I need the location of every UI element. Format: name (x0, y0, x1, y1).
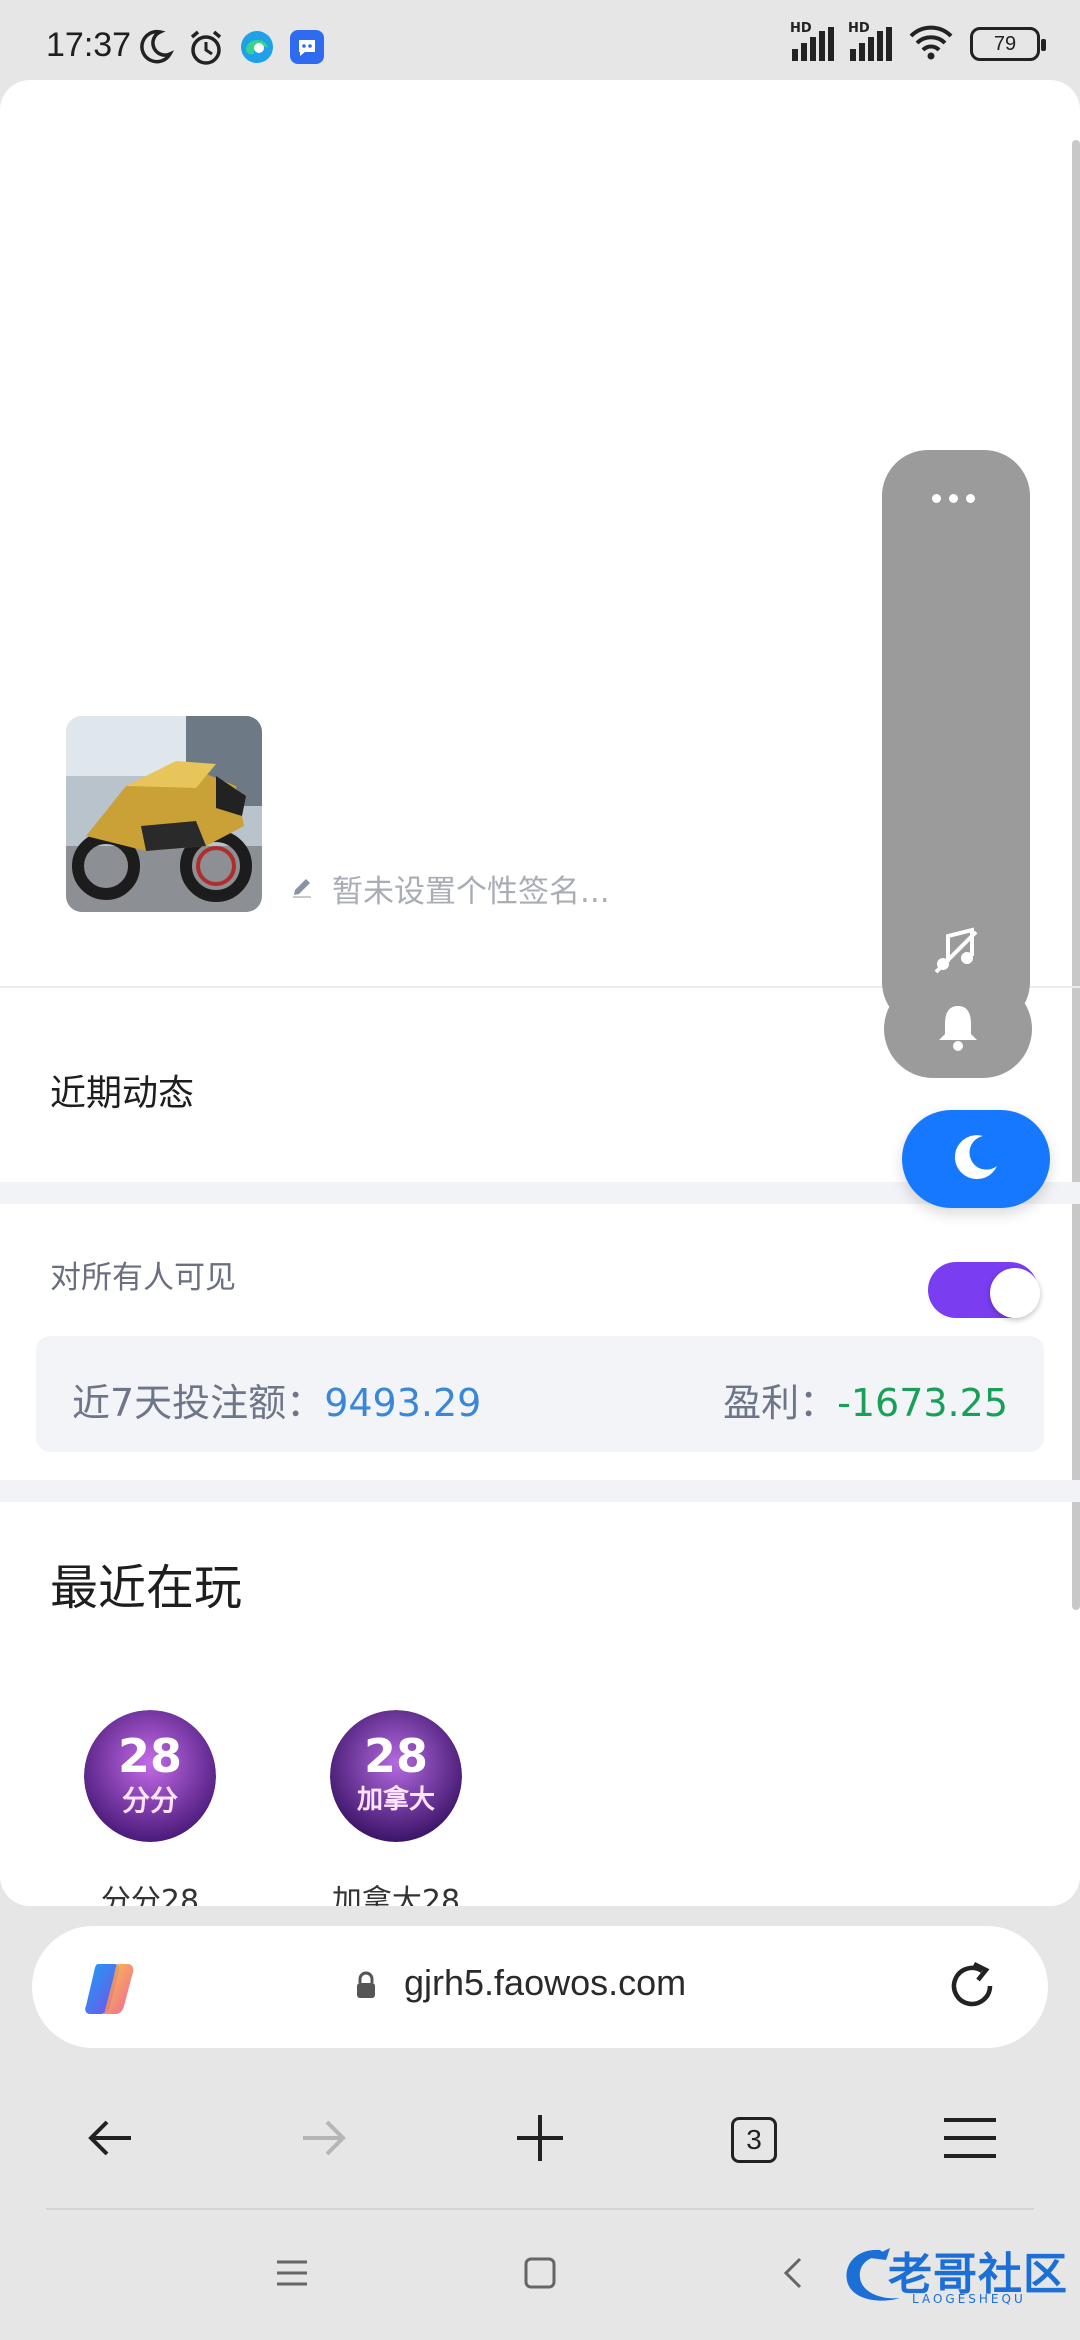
back-button[interactable] (70, 2100, 150, 2180)
menu-icon (942, 2116, 998, 2164)
system-back-button[interactable] (752, 2240, 832, 2310)
game-badge-top: 28 (364, 1729, 428, 1783)
battery-indicator: 79 (970, 27, 1046, 61)
bet-amount: 近7天投注额：9493.29 (72, 1372, 481, 1427)
new-tab-icon (515, 2113, 565, 2167)
theme-toggle-button[interactable] (902, 1110, 1050, 1208)
floating-panel[interactable] (882, 450, 1030, 1028)
tabs-button[interactable]: 3 (714, 2100, 794, 2180)
status-time: 17:37 (46, 26, 132, 64)
recents-button[interactable] (252, 2240, 332, 2310)
visibility-label: 对所有人可见 (50, 1260, 236, 1296)
game-item[interactable]: 28 加拿大 加拿大28 (306, 1710, 486, 1906)
recently-playing-heading: 最近在玩 (50, 1560, 243, 1616)
game-badge-bottom: 加拿大 (357, 1784, 435, 1815)
tab-count: 3 (731, 2117, 777, 2163)
signature-line[interactable]: 暂未设置个性签名... (290, 866, 610, 911)
url-text[interactable]: gjrh5.faowos.com (404, 1962, 686, 2004)
battery-level: 79 (993, 32, 1017, 55)
reload-icon[interactable] (942, 1956, 1002, 2020)
forward-arrow-icon (299, 2118, 349, 2162)
profit-label: 盈利： (723, 1381, 838, 1425)
chevron-left-icon (780, 2255, 804, 2295)
game-badge-top: 28 (118, 1729, 182, 1783)
recents-icon (275, 2258, 309, 2292)
game-item[interactable]: 28 分分 分分28 (60, 1710, 240, 1906)
lock-icon (354, 1970, 378, 2004)
wifi-icon (908, 24, 954, 64)
signature-placeholder: 暂未设置个性签名... (332, 874, 610, 910)
forward-button[interactable] (284, 2100, 364, 2180)
signal-hd-label: HD (790, 21, 812, 36)
toggle-knob (990, 1268, 1040, 1318)
profit-amount: 盈利：-1673.25 (723, 1372, 1008, 1427)
game-name: 加拿大28 (331, 1884, 461, 1906)
avatar[interactable] (66, 716, 262, 912)
alarm-icon (186, 28, 226, 72)
status-bar: 17:37 HD HD 79 (0, 0, 1080, 80)
music-off-icon[interactable] (930, 924, 982, 980)
edge-icon (238, 28, 276, 70)
section-separator (0, 1480, 1080, 1502)
game-icon: 28 分分 (84, 1710, 216, 1842)
bell-button[interactable] (884, 980, 1032, 1078)
bet-label: 近7天投注额： (72, 1381, 325, 1425)
back-arrow-icon (85, 2118, 135, 2162)
signal-icon: HD (848, 21, 892, 61)
copilot-icon[interactable] (78, 1958, 140, 2024)
edit-pencil-icon (290, 875, 314, 903)
bell-icon (935, 1002, 981, 1056)
chat-app-icon (288, 28, 326, 70)
more-dots-icon[interactable] (932, 494, 975, 503)
moon-icon (949, 1130, 1003, 1188)
signal-icon: HD (790, 21, 834, 61)
game-icon: 28 加拿大 (330, 1710, 462, 1842)
recent-activity-heading[interactable]: 近期动态 (50, 1064, 194, 1116)
address-bar[interactable]: gjrh5.faowos.com (32, 1926, 1048, 2048)
profit-value: -1673.25 (837, 1381, 1008, 1425)
browser-toolbar: 3 (0, 2100, 1080, 2180)
moon-icon (136, 28, 175, 70)
menu-button[interactable] (930, 2100, 1010, 2180)
stats-panel: 近7天投注额：9493.29 盈利：-1673.25 (36, 1336, 1044, 1452)
watermark-logo: 老哥社区 LAOGESHEQU (840, 2236, 1070, 2316)
scrollbar[interactable] (1072, 140, 1080, 1610)
signal-hd-label: HD (848, 21, 870, 36)
game-badge-bottom: 分分 (122, 1784, 178, 1817)
divider (46, 2208, 1034, 2210)
game-name: 分分28 (100, 1884, 200, 1906)
new-tab-button[interactable] (500, 2100, 580, 2180)
home-button[interactable] (500, 2240, 580, 2310)
watermark-subtext: LAOGESHEQU (912, 2292, 1026, 2306)
bet-value: 9493.29 (324, 1381, 482, 1425)
home-icon (523, 2256, 557, 2294)
